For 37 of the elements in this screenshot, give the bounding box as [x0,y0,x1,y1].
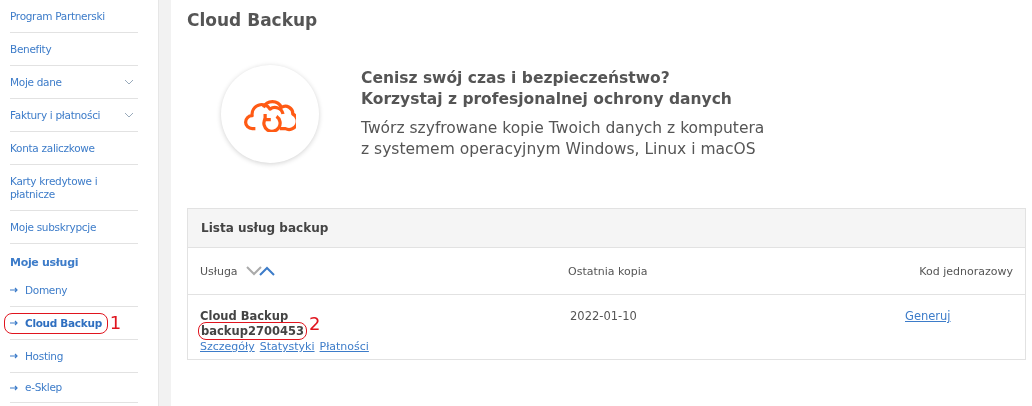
service-link[interactable]: Statystyki [259,340,315,353]
annotation-number: 1 [109,314,121,332]
section-heading: Moje usługi [10,254,79,269]
sidebar-item[interactable]: Benefity [10,40,52,58]
sidebar-item[interactable]: Faktury i płatności [10,106,138,124]
table-cell: 2022-01-10 [570,309,637,323]
service-name: Cloud Backup [200,309,290,323]
promo-text: Twórz szyfrowane kopie Twoich danych z komputera [361,118,765,139]
arrow-right-icon [10,320,18,326]
sidebar-item[interactable]: Karty kredytowe i płatnicze [10,172,138,203]
sidebar-item[interactable]: Domeny [10,281,68,299]
sidebar-item[interactable]: Program Partnerski [10,7,105,25]
panel-header: Lista usług backup [188,209,1025,248]
annotation-number: 2 [308,314,321,333]
chevron-down-icon [124,79,134,85]
promo-headline: Korzystaj z profesjonalnej ochrony danych [361,89,733,110]
arrow-right-icon [10,384,18,391]
page-title: Cloud Backup [187,10,319,30]
sidebar-item[interactable]: Moje dane [10,73,138,91]
sidebar-item[interactable]: e-Sklep [10,379,62,396]
column-header: Kod jednorazowy [919,264,1013,278]
sidebar-item[interactable]: Cloud Backup [6,314,106,332]
sort-icon[interactable] [245,266,276,276]
arrow-right-icon [10,287,18,293]
service-id: backup2700453 [200,323,305,338]
arrow-right-icon [10,353,18,359]
promo-text: z systemem operacyjnym Windows, Linux i macOS [361,139,757,160]
generate-link[interactable]: Generuj [905,309,951,323]
chevron-down-icon [124,112,134,118]
service-link[interactable]: Płatności [319,340,369,353]
column-header: Ostatnia kopia [568,264,648,278]
sidebar-item[interactable]: Moje subskrypcje [10,218,97,236]
sidebar-item[interactable]: Konta zaliczkowe [10,139,95,157]
promo-headline: Cenisz swój czas i bezpieczeństwo? [361,68,671,89]
sidebar-item[interactable]: Hosting [10,347,64,365]
column-header: Usługa [200,264,238,278]
service-link[interactable]: Szczegóły [200,340,255,353]
